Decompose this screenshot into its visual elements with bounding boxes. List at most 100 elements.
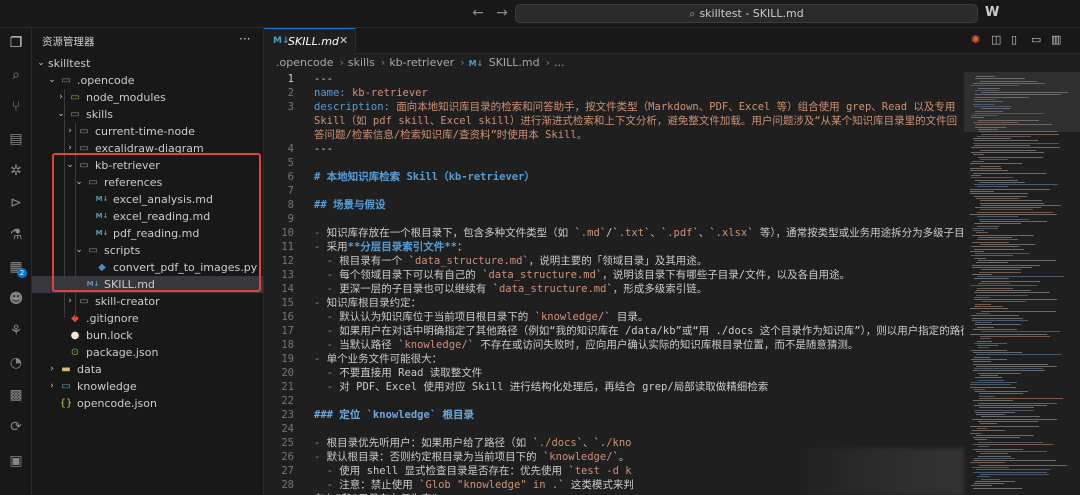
minimap-line xyxy=(971,285,1037,287)
minimap-line xyxy=(975,110,1003,112)
timeline-icon[interactable]: ◔ xyxy=(0,350,32,376)
minimap-line xyxy=(970,384,1011,386)
code-line[interactable]: --- xyxy=(314,72,964,86)
code-line[interactable]: - 根目录有一个 `data_structure.md`，说明主要的「领域目录」… xyxy=(314,254,964,268)
grid-icon[interactable]: ▩ xyxy=(0,382,32,408)
extensions-icon[interactable]: ✲ xyxy=(0,158,32,184)
code-line[interactable]: - 知识库根目录约定： xyxy=(314,296,964,310)
minimap[interactable] xyxy=(964,72,1080,495)
extension-badge-icon[interactable]: ▦ 2 xyxy=(0,254,32,280)
tree-item[interactable]: ⌄ ▭ references xyxy=(32,174,263,191)
more-actions-icon[interactable]: ··· xyxy=(239,32,250,46)
copilot-icon[interactable]: ✺ xyxy=(971,33,980,46)
tab-label: SKILL.md xyxy=(288,35,339,48)
code-line[interactable]: ### 定位 `knowledge` 根目录 xyxy=(314,408,964,422)
database-icon[interactable]: ▣ xyxy=(0,448,32,474)
code-line[interactable]: - 默认认为知识库位于当前项目根目录下的 `knowledge/` 目录。 xyxy=(314,310,964,324)
tree-item[interactable]: › ▬ data xyxy=(32,361,263,378)
code-line[interactable]: - 采用**分层目录索引文件**： xyxy=(314,240,964,254)
folder-icon: ▭ xyxy=(88,245,98,256)
code-editor[interactable]: 1 --- 2 name: kb-retriever 3 description: 面向本… xyxy=(264,72,964,495)
minimap-line xyxy=(974,342,1007,344)
code-line[interactable]: - 知识库存放在一个根目录下，包含多种文件类型（如 `.md`/`.txt`、`… xyxy=(314,226,964,240)
accounts-icon[interactable]: ☻ xyxy=(0,286,32,312)
tree-item[interactable]: › ▭ knowledge xyxy=(32,378,263,395)
line-number: 17 xyxy=(281,325,294,337)
minimap-line xyxy=(972,264,1040,266)
code-line[interactable]: - 更深一层的子目录也可以继续有 `data_structure.md`，形成多… xyxy=(314,282,964,296)
tree-item[interactable]: ⌄ ▭ scripts xyxy=(32,242,263,259)
close-icon[interactable]: ✕ xyxy=(339,34,348,47)
code-line[interactable]: - 单个业务文件可能很大： xyxy=(314,352,964,366)
line-number: 1 xyxy=(287,73,294,85)
code-line[interactable]: name: kb-retriever xyxy=(314,86,964,100)
tree-item[interactable]: {} opencode.json xyxy=(32,395,263,412)
tree-item[interactable]: ◆ .gitignore xyxy=(32,310,263,327)
breadcrumb-item[interactable]: kb-retriever xyxy=(389,56,454,69)
toggle-panel-icon[interactable]: ▭ xyxy=(1031,33,1041,46)
tree-item[interactable]: ⌄ ▭ .opencode xyxy=(32,72,263,89)
minimap-line xyxy=(970,462,1005,464)
breadcrumb-item[interactable]: ... xyxy=(554,56,565,69)
code-line[interactable]: - 不要直接用 Read 读取整文件 xyxy=(314,366,964,380)
tree-root[interactable]: ⌄ skilltest xyxy=(32,55,263,72)
open-preview-icon[interactable]: ◫ xyxy=(991,33,1001,46)
code-line[interactable]: - 每个领域目录下可以有自己的 `data_structure.md`，说明该目… xyxy=(314,268,964,282)
breadcrumb-item[interactable]: SKILL.md xyxy=(489,56,540,69)
tree-item-label: skills xyxy=(86,108,114,121)
tree-item[interactable]: › ▭ current-time-node xyxy=(32,123,263,140)
tree-item[interactable]: ◆ convert_pdf_to_images.py xyxy=(32,259,263,276)
minimap-line xyxy=(974,145,1030,146)
minimap-line xyxy=(972,317,1023,319)
minimap-line xyxy=(975,411,1015,413)
github-icon[interactable]: ⟳ xyxy=(0,414,32,440)
tree-item[interactable]: › ▭ node_modules xyxy=(32,89,263,106)
testing-icon[interactable]: ⚗ xyxy=(0,222,32,248)
source-control-icon[interactable]: ⑂ xyxy=(0,94,32,120)
minimap-line xyxy=(975,439,987,441)
run-debug-icon[interactable]: ▤ xyxy=(0,126,32,152)
line-number: 22 xyxy=(281,395,294,407)
minimap-line xyxy=(973,329,1017,330)
tree-item[interactable]: M↓ excel_analysis.md xyxy=(32,191,263,208)
code-line[interactable]: description: 面向本地知识库目录的检索和问答助手，按文件类型（Mar… xyxy=(314,100,964,142)
minimap-line xyxy=(970,191,994,192)
minimap-line xyxy=(972,418,1057,420)
breadcrumb-item[interactable]: skills xyxy=(348,56,375,69)
remote-icon[interactable]: ⊳ xyxy=(0,190,32,216)
code-line[interactable]: - 当默认路径 `knowledge/` 不存在或访问失败时，应向用户确认实际的… xyxy=(314,338,964,352)
arrow-right-icon[interactable]: → xyxy=(494,5,510,21)
minimap-line xyxy=(972,430,1005,432)
layout-icon[interactable]: ▥ xyxy=(1051,33,1061,46)
tree-item[interactable]: ⌄ ▭ kb-retriever xyxy=(32,157,263,174)
tree-item[interactable]: › ▭ excalidraw-diagram xyxy=(32,140,263,157)
arrow-left-icon[interactable]: ← xyxy=(470,5,486,21)
tree-item[interactable]: M↓ excel_reading.md xyxy=(32,208,263,225)
search-icon[interactable]: ⌕ xyxy=(0,62,32,88)
tree-item[interactable]: ⊙ package.json xyxy=(32,344,263,361)
git-graph-icon[interactable]: ⚘ xyxy=(0,318,32,344)
code-line[interactable]: # 本地知识库检索 Skill（kb-retriever） xyxy=(314,170,964,184)
code-line[interactable]: - 对 PDF、Excel 使用对应 Skill 进行结构化处理后，再结合 gr… xyxy=(314,380,964,394)
split-editor-icon[interactable]: ▯ xyxy=(1011,33,1017,46)
command-center-search[interactable]: ⌕ skilltest - SKILL.md xyxy=(515,4,978,23)
tree-item[interactable]: ● bun.lock xyxy=(32,327,263,344)
minimap-line xyxy=(976,76,995,77)
explorer-icon[interactable]: ❐ xyxy=(0,30,32,56)
breadcrumb-item[interactable]: .opencode xyxy=(276,56,333,69)
code-line[interactable]: --- xyxy=(314,142,964,156)
code-line[interactable]: ## 场景与假设 xyxy=(314,198,964,212)
title-bar: ← → ⌕ skilltest - SKILL.md W xyxy=(0,0,1080,28)
tree-item[interactable]: M↓ SKILL.md xyxy=(32,276,263,293)
tree-item[interactable]: M↓ pdf_reading.md xyxy=(32,225,263,242)
tab-skill-md[interactable]: M↓ SKILL.md ✕ xyxy=(264,28,356,54)
code-line[interactable]: - 如果用户在对话中明确指定了其他路径（例如“我的知识库在 /data/kb”或… xyxy=(314,324,964,338)
minimap-line xyxy=(974,257,986,259)
chevron-down-icon: ⌄ xyxy=(66,160,74,170)
minimap-line xyxy=(972,273,992,275)
minimap-line xyxy=(981,204,1061,206)
tree-item[interactable]: › ▭ skill-creator xyxy=(32,293,263,310)
tree-item[interactable]: ⌄ ▭ skills xyxy=(32,106,263,123)
minimap-line xyxy=(970,214,1057,215)
minimap-line xyxy=(975,94,1061,96)
